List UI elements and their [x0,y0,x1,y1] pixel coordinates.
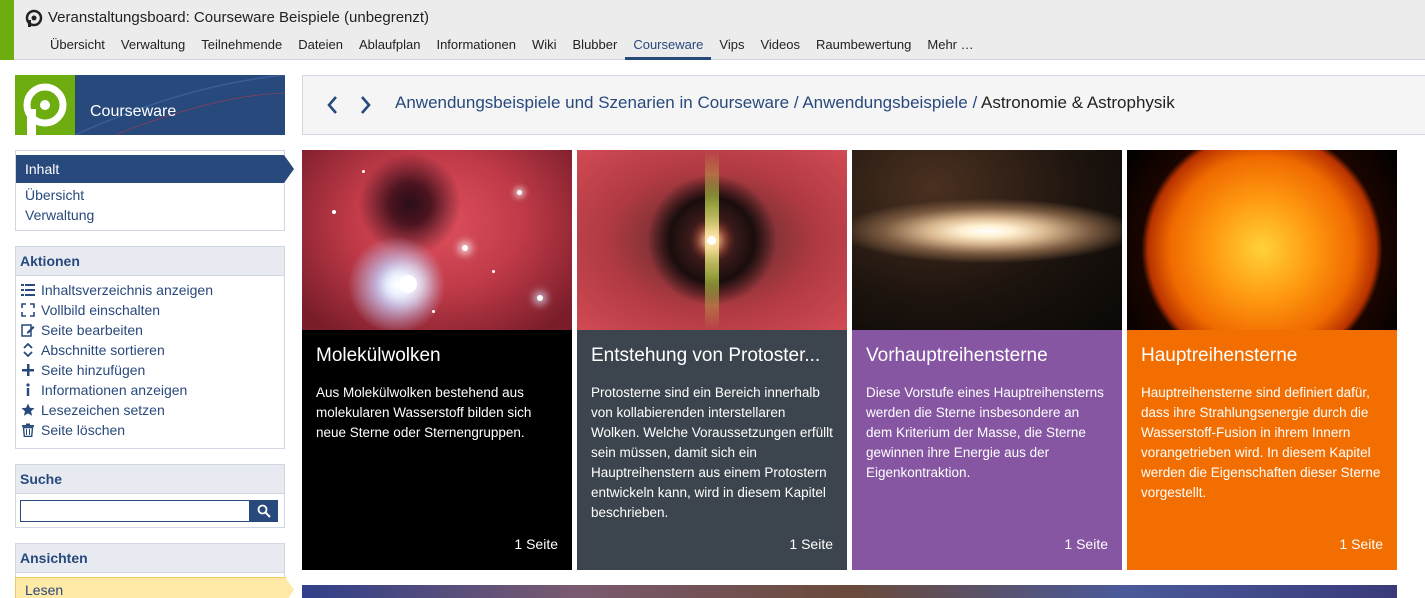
card-title: Hauptreihensterne [1141,345,1298,366]
breadcrumb-item-anwendungsbeispiele[interactable]: Anwendungsbeispiele [802,93,967,112]
action-sort-sections[interactable]: Abschnitte sortieren [20,340,284,360]
tab-blubber[interactable]: Blubber [565,36,626,60]
course-header: Veranstaltungsboard: Courseware Beispiel… [0,0,1425,60]
tab-wiki[interactable]: Wiki [524,36,565,60]
next-card-image-strip [302,585,1397,598]
breadcrumb-current: Astronomie & Astrophysik [981,93,1175,112]
card-image-sun [1127,150,1397,330]
nav-item-inhalt[interactable]: Inhalt [16,155,294,183]
tab-teilnehmende[interactable]: Teilnehmende [193,36,290,60]
nav-item-uebersicht[interactable]: Übersicht [16,185,284,205]
nav-item-verwaltung[interactable]: Verwaltung [16,205,284,225]
tab-vips[interactable]: Vips [711,36,752,60]
search-button[interactable] [250,500,278,522]
sidebar: Courseware Inhalt Übersicht Verwaltung A… [15,75,294,598]
card-description: Aus Molekülwolken bestehend aus molekula… [316,385,532,440]
brand-strip [0,0,14,60]
views-title: Ansichten [16,544,284,573]
card-page-count: 1 Seite [789,536,833,552]
tab-videos[interactable]: Videos [752,36,808,60]
tab-mehr[interactable]: Mehr … [919,36,981,60]
tab-courseware[interactable]: Courseware [625,36,712,60]
card-title: Molekülwolken [316,345,441,366]
chevron-left-icon[interactable] [323,94,343,116]
card-image-disk [852,150,1122,330]
card-description: Protosterne sind ein Bereich innerhalb v… [591,385,833,520]
info-icon [20,382,36,398]
breadcrumb: Anwendungsbeispiele und Szenarien in Cou… [395,93,1175,113]
course-nav-tabs: Übersicht Verwaltung Teilnehmende Dateie… [42,36,982,60]
action-show-info[interactable]: Informationen anzeigen [20,380,284,400]
action-bookmark[interactable]: Lesezeichen setzen [20,400,284,420]
edit-icon [20,322,36,338]
fullscreen-icon [20,302,36,318]
actions-widget: Aktionen Inhaltsverzeichnis anzeigen Vol… [15,246,285,449]
tab-dateien[interactable]: Dateien [290,36,351,60]
chapter-card-hauptreihensterne[interactable]: Hauptreihensterne Hauptreihensterne sind… [1127,150,1397,570]
tab-uebersicht[interactable]: Übersicht [42,36,113,60]
search-input[interactable] [20,500,250,522]
tab-informationen[interactable]: Informationen [428,36,524,60]
card-body: Vorhauptreihensterne Diese Vorstufe eine… [852,330,1122,570]
action-add-page[interactable]: Seite hinzufügen [20,360,284,380]
star-icon [20,402,36,418]
tab-raumbewertung[interactable]: Raumbewertung [808,36,919,60]
action-delete-page-label: Seite löschen [41,422,126,438]
actions-title: Aktionen [16,247,284,276]
card-page-count: 1 Seite [1339,536,1383,552]
course-title: Veranstaltungsboard: Courseware Beispiel… [48,9,430,26]
card-title: Entstehung von Protoster... [591,345,821,366]
breadcrumb-separator: / [972,93,981,112]
breadcrumb-item-szenarien[interactable]: Anwendungsbeispiele und Szenarien in Cou… [395,93,789,112]
card-description: Diese Vorstufe eines Hauptreihensterns w… [866,385,1104,480]
card-image-nebula [302,150,572,330]
courseware-page: Veranstaltungsboard: Courseware Beispiel… [0,0,1425,598]
action-edit-page[interactable]: Seite bearbeiten [20,320,284,340]
card-description: Hauptreihensterne sind definiert dafür, … [1141,385,1381,500]
card-body: Hauptreihensterne Hauptreihensterne sind… [1127,330,1397,570]
toc-icon [20,282,36,298]
trash-icon [20,422,36,438]
card-body: Molekülwolken Aus Molekülwolken bestehen… [302,330,572,570]
course-icon [25,9,43,27]
chapter-cards: Molekülwolken Aus Molekülwolken bestehen… [302,150,1402,570]
card-body: Entstehung von Protoster... Protosterne … [577,330,847,570]
chapter-card-vorhauptreihensterne[interactable]: Vorhauptreihensterne Diese Vorstufe eine… [852,150,1122,570]
action-toc[interactable]: Inhaltsverzeichnis anzeigen [20,280,284,300]
card-title: Vorhauptreihensterne [866,345,1048,366]
search-icon [257,504,271,518]
action-delete-page[interactable]: Seite löschen [20,420,284,440]
action-show-info-label: Informationen anzeigen [41,382,188,398]
card-page-count: 1 Seite [514,536,558,552]
tab-verwaltung[interactable]: Verwaltung [113,36,193,60]
courseware-logo [15,75,75,135]
action-fullscreen[interactable]: Vollbild einschalten [20,300,284,320]
action-sort-sections-label: Abschnitte sortieren [41,342,165,358]
courseware-nav: Inhalt Übersicht Verwaltung [15,150,294,231]
action-bookmark-label: Lesezeichen setzen [41,402,165,418]
chapter-card-protosterne[interactable]: Entstehung von Protoster... Protosterne … [577,150,847,570]
sort-icon [20,342,36,358]
view-read[interactable]: Lesen [15,577,294,598]
chapter-card-molekuelwolken[interactable]: Molekülwolken Aus Molekülwolken bestehen… [302,150,572,570]
breadcrumb-bar: Anwendungsbeispiele und Szenarien in Cou… [302,75,1425,135]
search-title: Suche [16,465,284,494]
card-image-protostar [577,150,847,330]
add-icon [20,362,36,378]
action-add-page-label: Seite hinzufügen [41,362,146,378]
chevron-right-icon[interactable] [355,94,375,116]
views-widget: Ansichten Lesen [15,543,294,598]
courseware-sidebar-header: Courseware [15,75,285,135]
action-fullscreen-label: Vollbild einschalten [41,302,161,318]
card-page-count: 1 Seite [1064,536,1108,552]
tab-ablaufplan[interactable]: Ablaufplan [351,36,428,60]
search-widget: Suche [15,464,285,528]
courseware-title: Courseware [90,103,177,120]
action-edit-page-label: Seite bearbeiten [41,322,143,338]
action-toc-label: Inhaltsverzeichnis anzeigen [41,282,213,298]
